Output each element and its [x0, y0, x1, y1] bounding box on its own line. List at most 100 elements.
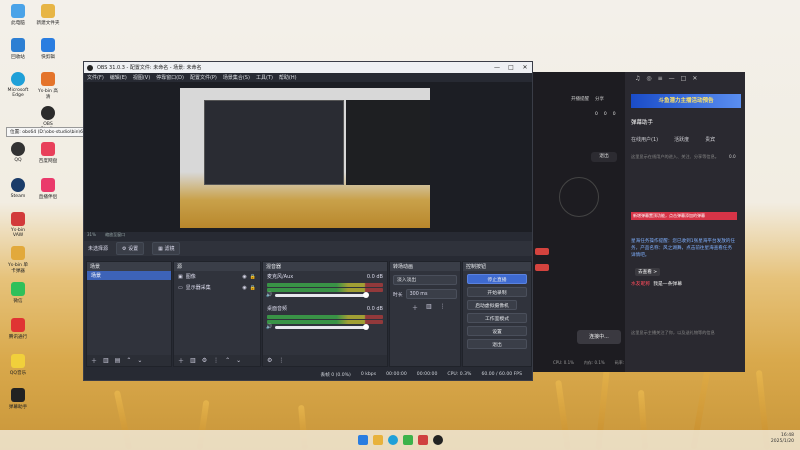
desktop-icon-folder[interactable]: 新建文件夹 [36, 4, 60, 26]
desktop-icon-tencent[interactable]: 腾讯通行 [6, 318, 30, 340]
tab-vip[interactable]: 贵宾 [705, 136, 715, 143]
filter-icon[interactable]: ▤ [115, 357, 121, 364]
pin-tip[interactable]: 新增弹幕置顶功能，点击弹幕添加的弹幕 [631, 212, 737, 220]
taskbar [0, 430, 800, 450]
stat-likes: 0 [595, 112, 598, 117]
settings-button[interactable]: 设置 [467, 326, 527, 336]
bell-icon[interactable]: ♫ [635, 75, 640, 82]
system-tray[interactable]: 16:48 2025/1/20 [771, 433, 794, 445]
chevron-down-icon[interactable]: ⌄ [137, 357, 142, 364]
trash-icon[interactable]: ▥ [103, 357, 109, 364]
add-icon[interactable]: ＋ [91, 356, 97, 365]
reminder-label[interactable]: 开播提醒 [571, 96, 589, 102]
menu-scene-collection[interactable]: 场景集合(S) [223, 74, 250, 81]
headset-icon[interactable]: ◎ [646, 75, 651, 82]
studio-mode-button[interactable]: 工作室模式 [467, 313, 527, 323]
trash-icon[interactable]: ▥ [190, 357, 196, 364]
menu-tools[interactable]: 工具(T) [256, 74, 273, 81]
chevron-down-icon[interactable]: ⌄ [236, 357, 241, 364]
app-icon[interactable] [417, 435, 428, 445]
source-item[interactable]: ▭ 显示器采集 ◉ 🔒 [174, 282, 260, 293]
explorer-icon[interactable] [372, 435, 383, 445]
duration-input[interactable]: 300 ms [405, 289, 457, 299]
volume-slider[interactable] [275, 292, 369, 298]
scene-item[interactable]: 场景 [87, 271, 171, 280]
add-icon[interactable]: ＋ [412, 303, 418, 312]
promo-banner[interactable]: 斗鱼潜力主播活动预告 [631, 94, 741, 108]
view-link[interactable]: 去查看 > [635, 268, 661, 276]
edge-icon[interactable] [387, 435, 398, 445]
desktop-icon-launcher[interactable]: Ys-bin 单卡弹器 [6, 246, 30, 274]
speaker-icon[interactable]: 🔊 [266, 324, 272, 330]
desktop-icon-wechat[interactable]: 微信 [6, 282, 30, 304]
desktop-icon-qq[interactable]: QQ [6, 142, 30, 163]
volume-slider[interactable] [275, 324, 369, 330]
desktop-icon-baidu[interactable]: 百度网盘 [36, 142, 60, 164]
menu-help[interactable]: 帮助(H) [279, 74, 297, 81]
speaker-icon[interactable]: 🔊 [266, 292, 272, 298]
menu-edit[interactable]: 编辑(E) [110, 74, 127, 81]
desktop-icon-kuaijianji[interactable]: 快剪辑 [36, 38, 60, 60]
preview-canvas[interactable] [180, 88, 430, 228]
filters-button[interactable]: ▦ 滤镜 [152, 242, 181, 255]
lock-icon[interactable]: 🔒 [250, 285, 256, 291]
more-icon[interactable]: ⋮ [213, 357, 219, 364]
obs-titlebar[interactable]: OBS 31.0.3 - 配置文件: 未命名 - 场景: 未命名 — □ ✕ [84, 62, 532, 73]
maximize-icon[interactable]: □ [504, 64, 518, 71]
gear-icon[interactable]: ⚙ [267, 357, 272, 364]
exit-button[interactable]: 退出 [591, 152, 617, 162]
app-icon[interactable] [402, 435, 413, 445]
obs-taskbar-icon[interactable] [432, 435, 443, 445]
gear-icon[interactable]: ⚙ [202, 357, 207, 364]
scale-percent: 31% [87, 232, 96, 237]
connect-button[interactable]: 连接中... [577, 330, 621, 344]
transition-select[interactable]: 淡入淡出 [393, 275, 457, 285]
chat-user[interactable]: 水友昵称 [631, 280, 650, 287]
menu-icon[interactable]: ≡ [658, 75, 663, 82]
desktop-icon-hd[interactable]: Ys-bin 高清 [36, 72, 60, 100]
windows-start-icon[interactable] [357, 435, 368, 445]
transitions-header: 转场动画 [390, 262, 460, 271]
desktop-icon-live[interactable]: 直播伴侣 [36, 178, 60, 200]
scenes-dock: 场景 场景 ＋ ▥ ▤ ⌃ ⌄ [86, 261, 172, 367]
virtual-camera-button[interactable]: 启动虚拟摄像机 [467, 300, 517, 310]
desktop-icon-edge[interactable]: Microsoft Edge [6, 72, 30, 98]
menu-view[interactable]: 视图(V) [133, 74, 150, 81]
chevron-up-icon[interactable]: ⌃ [225, 357, 230, 364]
close-icon[interactable]: ✕ [692, 75, 697, 82]
desktop-icon-steam[interactable]: Steam [6, 178, 30, 199]
tab-online[interactable]: 在线用户(1) [631, 136, 658, 143]
share-label[interactable]: 分享 [595, 96, 604, 102]
desktop-icon-pc[interactable]: 此电脑 [6, 4, 30, 26]
maximize-icon[interactable]: □ [681, 75, 687, 82]
properties-button[interactable]: ⚙ 设置 [116, 242, 145, 255]
minimize-icon[interactable]: — [490, 64, 504, 71]
fps: 60.00 / 60.00 FPS [481, 372, 522, 377]
cpu-stat: CPU: 0.1% [553, 360, 574, 365]
desktop-icon-vaw[interactable]: Ys-bin VAW [6, 212, 30, 238]
menu-file[interactable]: 文件(F) [87, 74, 104, 81]
desktop-icon-qqmusic[interactable]: QQ音乐 [6, 354, 30, 376]
eye-icon[interactable]: ◉ [242, 274, 246, 280]
more-icon[interactable]: ⋮ [440, 303, 446, 312]
more-icon[interactable]: ⋮ [278, 357, 284, 364]
source-item[interactable]: ▣ 图像 ◉ 🔒 [174, 271, 260, 282]
desktop-icon-danmu[interactable]: 弹幕助手 [6, 388, 30, 410]
minimize-icon[interactable]: — [669, 75, 675, 82]
exit-button[interactable]: 退出 [467, 339, 527, 349]
menu-profile[interactable]: 配置文件(P) [190, 74, 217, 81]
add-icon[interactable]: ＋ [178, 356, 184, 365]
desktop-icon-recycle[interactable]: 回收站 [6, 38, 30, 60]
trash-icon[interactable]: ▥ [426, 303, 432, 312]
menu-docks[interactable]: 停靠窗口(D) [156, 74, 184, 81]
close-icon[interactable]: ✕ [518, 64, 532, 71]
scale-mode[interactable]: 缩放至窗口 [105, 232, 125, 237]
eye-icon[interactable]: ◉ [242, 285, 246, 291]
chevron-up-icon[interactable]: ⌃ [126, 357, 131, 364]
start-recording-button[interactable]: 开始录制 [467, 287, 527, 297]
obs-preview[interactable] [84, 82, 532, 232]
assistant-title: 弹幕助手 [631, 120, 654, 126]
tab-activity[interactable]: 活跃度 [674, 136, 689, 143]
stop-streaming-button[interactable]: 停止直播 [467, 274, 527, 284]
lock-icon[interactable]: 🔒 [250, 274, 256, 280]
